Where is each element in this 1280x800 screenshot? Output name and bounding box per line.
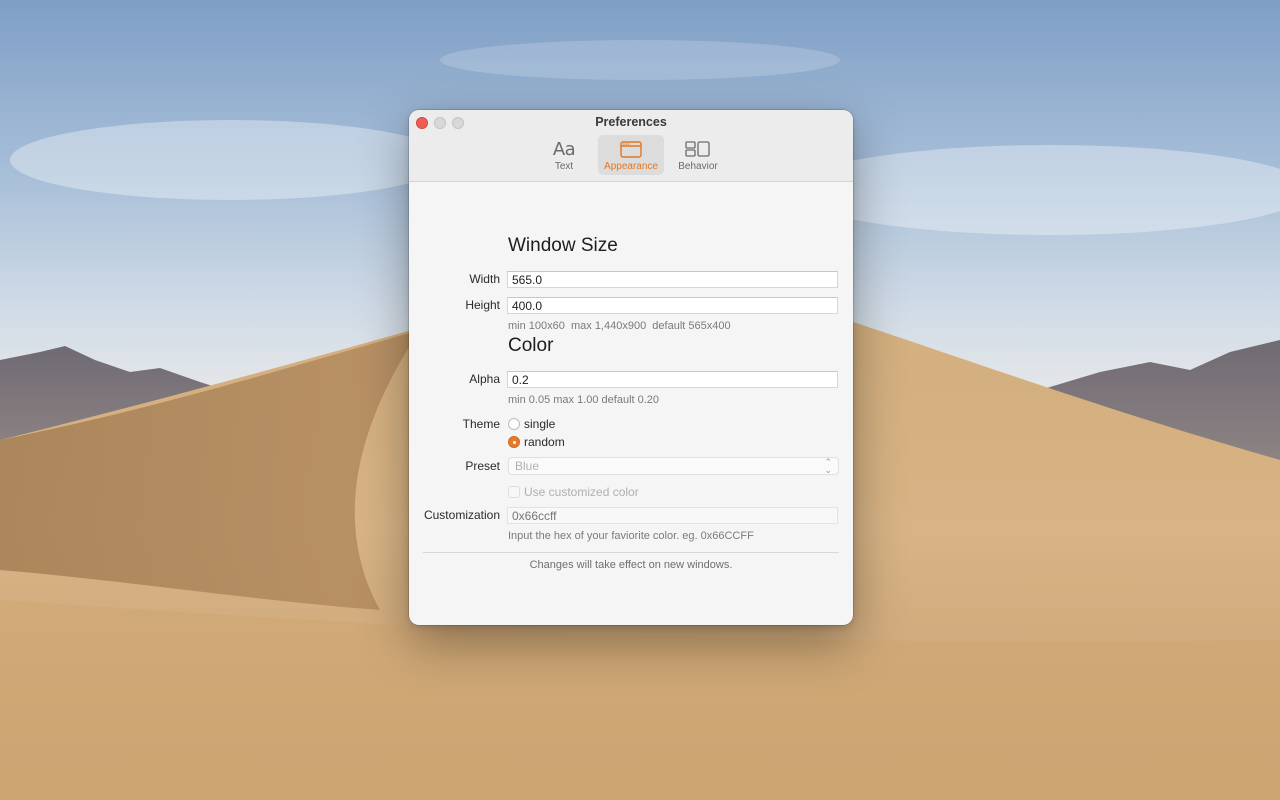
use-customized-color-checkbox[interactable] — [508, 486, 520, 498]
color-heading: Color — [508, 335, 554, 356]
window-size-heading: Window Size — [508, 235, 618, 256]
preset-label: Preset — [465, 459, 500, 473]
appearance-pane: Window Size Width Height min 100x60 max … — [409, 182, 853, 625]
alpha-label: Alpha — [469, 372, 500, 386]
tab-appearance[interactable]: Appearance — [598, 135, 664, 175]
theme-random-label: random — [524, 435, 565, 449]
preset-select-value: Blue — [515, 459, 540, 473]
height-label: Height — [465, 298, 500, 312]
tab-text-label: Text — [554, 161, 574, 172]
customization-field[interactable] — [507, 507, 838, 524]
customization-hint: Input the hex of your faviorite color. e… — [508, 530, 754, 542]
width-field[interactable] — [507, 271, 838, 288]
use-customized-color-option[interactable]: Use customized color — [508, 485, 639, 499]
use-customized-color-label: Use customized color — [524, 485, 639, 499]
window-size-hint: min 100x60 max 1,440x900 default 565x400 — [508, 320, 731, 332]
tab-appearance-label: Appearance — [604, 161, 658, 172]
theme-option-random[interactable]: random — [508, 435, 565, 449]
preferences-toolbar: Aa Text Appearance Behavior — [409, 135, 853, 175]
footer-divider — [423, 552, 839, 553]
footer-note: Changes will take effect on new windows. — [529, 559, 733, 571]
window-title: Preferences — [595, 115, 667, 129]
tab-text[interactable]: Aa Text — [534, 135, 594, 175]
theme-single-radio[interactable] — [508, 418, 520, 430]
theme-single-label: single — [524, 417, 556, 431]
chevron-updown-icon: ⌃ ⌄ — [824, 457, 832, 475]
alpha-field[interactable] — [507, 371, 838, 388]
text-format-icon: Aa — [552, 138, 576, 160]
preset-select[interactable]: Blue ⌃ ⌄ — [508, 457, 839, 475]
theme-label: Theme — [462, 417, 500, 431]
layout-behavior-icon — [685, 139, 711, 159]
preferences-window: Preferences Aa Text Appearance Behavior … — [409, 110, 853, 625]
alpha-hint: min 0.05 max 1.00 default 0.20 — [508, 394, 660, 406]
customization-label: Customization — [423, 508, 500, 522]
title-bar: Preferences Aa Text Appearance Behavior — [409, 110, 853, 182]
height-field[interactable] — [507, 297, 838, 314]
width-label: Width — [469, 272, 500, 286]
theme-random-radio[interactable] — [508, 436, 520, 448]
tab-behavior-label: Behavior — [678, 161, 718, 172]
window-appearance-icon — [620, 139, 642, 159]
tab-behavior[interactable]: Behavior — [668, 135, 728, 175]
theme-option-single[interactable]: single — [508, 417, 555, 431]
